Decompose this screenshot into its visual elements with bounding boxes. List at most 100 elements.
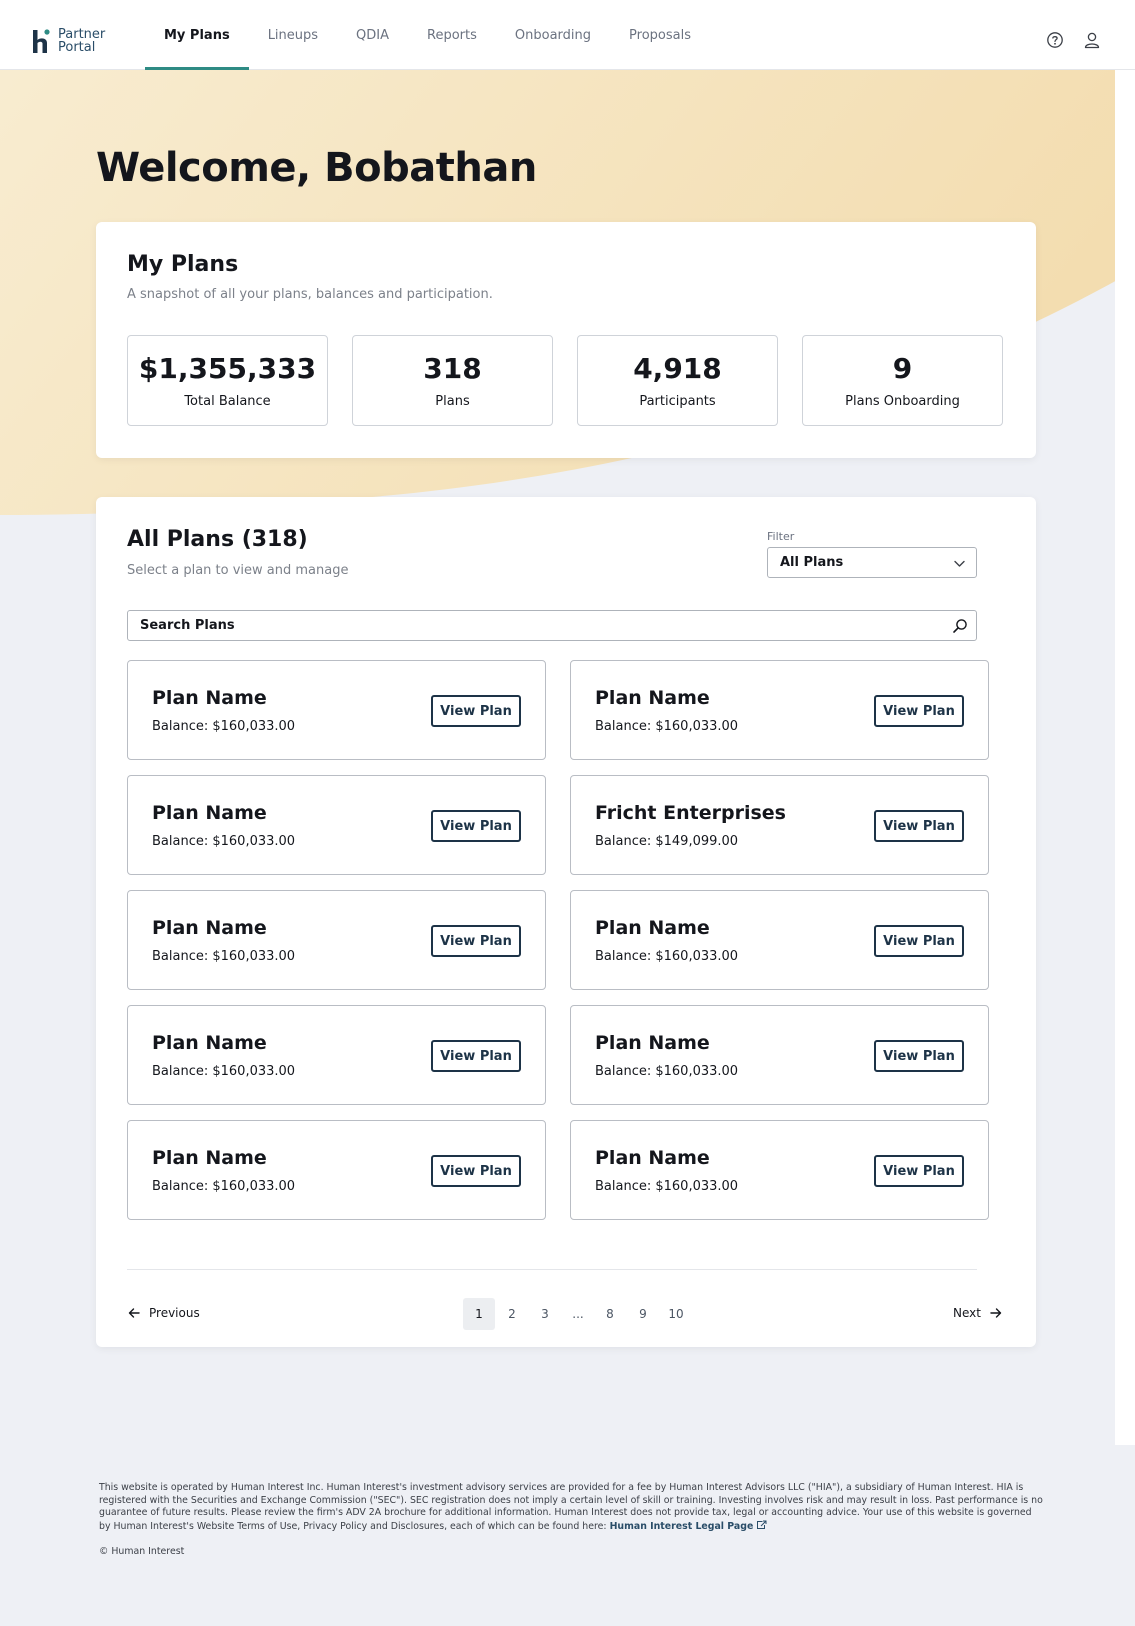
all-plans-title: All Plans (318) <box>127 527 308 552</box>
footer-disclaimer: This website is operated by Human Intere… <box>99 1482 1045 1533</box>
nav-tab-my-plans[interactable]: My Plans <box>145 0 249 70</box>
footer <box>0 1445 1135 1626</box>
plan-balance: Balance: $149,099.00 <box>595 834 739 849</box>
search-icon[interactable] <box>952 618 968 634</box>
plan-name: Plan Name <box>595 917 710 939</box>
summary-title: My Plans <box>127 252 239 277</box>
stat-label: Participants <box>639 394 716 409</box>
nav-tabs: My Plans Lineups QDIA Reports Onboarding… <box>145 0 710 70</box>
page-number[interactable]: 2 <box>496 1298 528 1330</box>
stat-value: 9 <box>892 352 913 385</box>
plan-name: Plan Name <box>152 802 267 824</box>
stat-value: 318 <box>423 352 482 385</box>
plan-tile[interactable]: Plan Name Balance: $160,033.00 View Plan <box>570 1120 989 1220</box>
plan-tile[interactable]: Fricht Enterprises Balance: $149,099.00 … <box>570 775 989 875</box>
my-plans-summary-card: My Plans A snapshot of all your plans, b… <box>96 222 1036 458</box>
view-plan-button[interactable]: View Plan <box>431 695 521 727</box>
plan-name: Plan Name <box>152 1147 267 1169</box>
plan-name: Plan Name <box>152 917 267 939</box>
nav-tab-qdia[interactable]: QDIA <box>337 0 408 70</box>
pagination-next-label: Next <box>953 1306 981 1320</box>
plan-tile[interactable]: Plan Name Balance: $160,033.00 View Plan <box>570 890 989 990</box>
arrow-right-icon <box>990 1308 1002 1318</box>
page-number[interactable]: 8 <box>594 1298 626 1330</box>
filter-selected-value: All Plans <box>780 555 844 570</box>
user-icon[interactable] <box>1083 31 1101 49</box>
stat-total-balance: $1,355,333 Total Balance <box>127 335 328 426</box>
plan-tile[interactable]: Plan Name Balance: $160,033.00 View Plan <box>127 1120 546 1220</box>
plan-balance: Balance: $160,033.00 <box>152 1064 296 1079</box>
right-edge-strip <box>1115 0 1135 1626</box>
plan-name: Plan Name <box>595 687 710 709</box>
plan-name: Plan Name <box>152 1032 267 1054</box>
stat-participants: 4,918 Participants <box>577 335 778 426</box>
page: Partner Portal My Plans Lineups QDIA Rep… <box>0 0 1135 1626</box>
disclaimer-text: This website is operated by Human Intere… <box>99 1482 1043 1532</box>
page-number[interactable]: 9 <box>627 1298 659 1330</box>
welcome-heading: Welcome, Bobathan <box>96 145 537 191</box>
plan-balance: Balance: $160,033.00 <box>595 949 739 964</box>
plan-grid: Plan Name Balance: $160,033.00 View Plan… <box>127 660 989 1240</box>
plan-balance: Balance: $160,033.00 <box>595 1064 739 1079</box>
plan-tile[interactable]: Plan Name Balance: $160,033.00 View Plan <box>570 1005 989 1105</box>
pagination-next[interactable]: Next <box>953 1298 1003 1328</box>
nav-tab-onboarding[interactable]: Onboarding <box>496 0 610 70</box>
nav-tab-reports[interactable]: Reports <box>408 0 496 70</box>
plan-tile[interactable]: Plan Name Balance: $160,033.00 View Plan <box>127 1005 546 1105</box>
plan-balance: Balance: $160,033.00 <box>595 719 739 734</box>
page-number[interactable]: 10 <box>660 1298 692 1330</box>
stat-plans-onboarding: 9 Plans Onboarding <box>802 335 1003 426</box>
view-plan-button[interactable]: View Plan <box>431 810 521 842</box>
plan-tile[interactable]: Plan Name Balance: $160,033.00 View Plan <box>570 660 989 760</box>
stat-plans: 318 Plans <box>352 335 553 426</box>
search-input[interactable] <box>128 611 948 640</box>
filter-label: Filter <box>767 530 795 543</box>
plan-tile[interactable]: Plan Name Balance: $160,033.00 View Plan <box>127 775 546 875</box>
logo-mark-icon <box>33 29 50 53</box>
view-plan-button[interactable]: View Plan <box>874 1040 964 1072</box>
view-plan-button[interactable]: View Plan <box>874 810 964 842</box>
view-plan-button[interactable]: View Plan <box>431 1155 521 1187</box>
partner-portal-logo[interactable]: Partner Portal <box>32 26 112 56</box>
pagination-pages: 1 2 3 ... 8 9 10 <box>463 1298 693 1330</box>
plan-balance: Balance: $160,033.00 <box>152 1179 296 1194</box>
filter-select[interactable]: All Plans <box>767 547 977 578</box>
view-plan-button[interactable]: View Plan <box>874 1155 964 1187</box>
plan-name: Plan Name <box>595 1147 710 1169</box>
plan-balance: Balance: $160,033.00 <box>595 1179 739 1194</box>
plan-balance: Balance: $160,033.00 <box>152 834 296 849</box>
pagination-divider <box>127 1269 977 1270</box>
pagination-previous-label: Previous <box>149 1306 200 1320</box>
stat-value: $1,355,333 <box>138 352 317 385</box>
logo-line-2: Portal <box>58 40 96 55</box>
chevron-down-icon <box>954 560 965 567</box>
view-plan-button[interactable]: View Plan <box>431 1040 521 1072</box>
page-number[interactable]: 3 <box>529 1298 561 1330</box>
stat-label: Total Balance <box>184 394 271 409</box>
view-plan-button[interactable]: View Plan <box>874 695 964 727</box>
pagination-previous[interactable]: Previous <box>127 1298 200 1328</box>
plan-name: Fricht Enterprises <box>595 802 786 824</box>
view-plan-button[interactable]: View Plan <box>874 925 964 957</box>
footer-copyright: © Human Interest <box>99 1546 185 1557</box>
logo-text: Partner Portal <box>58 28 105 54</box>
page-number-current[interactable]: 1 <box>463 1298 495 1330</box>
external-link-icon[interactable] <box>756 1520 767 1530</box>
top-nav: Partner Portal My Plans Lineups QDIA Rep… <box>0 0 1135 70</box>
view-plan-button[interactable]: View Plan <box>431 925 521 957</box>
arrow-left-icon <box>128 1308 140 1318</box>
legal-page-link[interactable]: Human Interest Legal Page <box>610 1521 754 1532</box>
plan-name: Plan Name <box>595 1032 710 1054</box>
plan-balance: Balance: $160,033.00 <box>152 719 296 734</box>
search-box <box>127 610 977 641</box>
stat-value: 4,918 <box>633 352 722 385</box>
nav-tab-proposals[interactable]: Proposals <box>610 0 710 70</box>
plan-tile[interactable]: Plan Name Balance: $160,033.00 View Plan <box>127 660 546 760</box>
help-circle-icon[interactable] <box>1046 31 1064 49</box>
stat-label: Plans Onboarding <box>845 394 960 409</box>
plan-tile[interactable]: Plan Name Balance: $160,033.00 View Plan <box>127 890 546 990</box>
stat-label: Plans <box>435 394 470 409</box>
nav-tab-lineups[interactable]: Lineups <box>249 0 337 70</box>
all-plans-card: All Plans (318) Select a plan to view an… <box>96 497 1036 1347</box>
page-ellipsis: ... <box>572 1307 584 1321</box>
